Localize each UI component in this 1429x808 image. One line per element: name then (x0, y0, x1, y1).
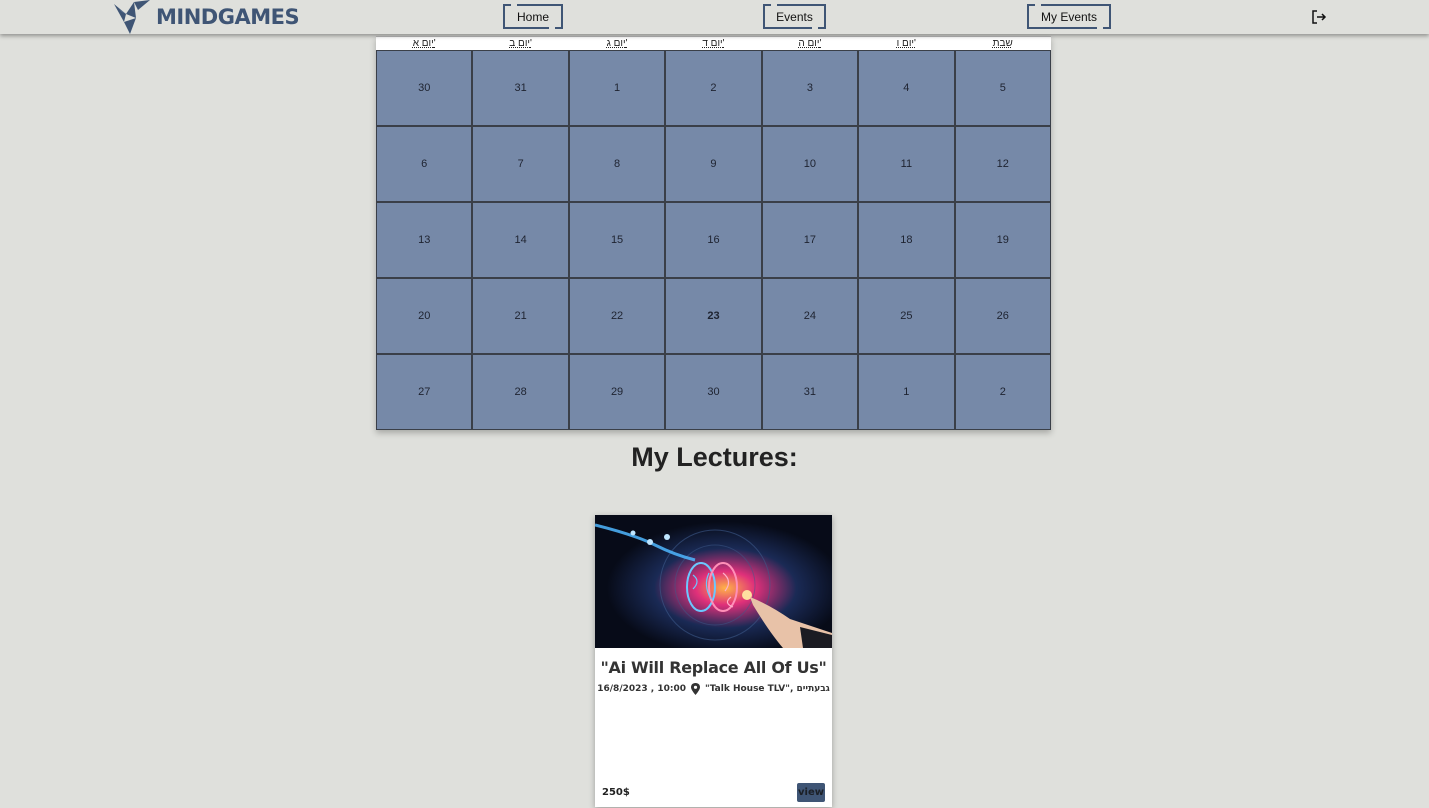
weekday-label: יום ו' (896, 38, 916, 49)
calendar-day[interactable]: 15 (568, 202, 666, 278)
calendar-weekday-row: יום א' יום ב' יום ג' יום ד' יום ה' יום ו… (376, 36, 1051, 50)
calendar-day[interactable]: 31 (472, 50, 569, 126)
calendar-day[interactable]: 22 (568, 278, 666, 354)
calendar-day[interactable]: 1 (858, 354, 955, 430)
origami-bird-icon (114, 0, 150, 34)
logo-text: MINDGAMES (156, 5, 300, 29)
calendar-day[interactable]: 10 (761, 126, 859, 202)
calendar-day[interactable]: 18 (858, 202, 955, 278)
calendar-day[interactable]: 7 (472, 126, 569, 202)
my-lectures-title: My Lectures: (631, 442, 798, 472)
calendar-day[interactable]: 30 (376, 50, 473, 126)
ai-brain-illustration (595, 515, 832, 648)
calendar-grid: 30 31 1 2 3 4 5 6 7 8 9 10 11 12 13 14 1… (376, 50, 1051, 430)
logout-icon[interactable] (1310, 8, 1328, 26)
lecture-price: 250$ (602, 787, 630, 798)
calendar-day[interactable]: 12 (954, 126, 1051, 202)
weekday-label: יום ג' (606, 38, 628, 49)
nav-home-button[interactable]: Home (503, 4, 563, 29)
lecture-datetime: 16/8/2023 , 10:00 (597, 684, 686, 694)
weekday-label: שבת (992, 38, 1013, 49)
calendar-day[interactable]: 11 (858, 126, 955, 202)
weekday-label: יום ה' (798, 38, 822, 49)
calendar-day[interactable]: 3 (761, 50, 859, 126)
map-pin-icon (691, 683, 700, 695)
weekday-label: יום א' (412, 38, 436, 49)
lecture-title: "Ai Will Replace All Of Us" (600, 658, 827, 677)
calendar-day[interactable]: 21 (472, 278, 569, 354)
nav-my-events-button[interactable]: My Events (1027, 4, 1111, 29)
calendar-day-today[interactable]: 23 (665, 278, 762, 354)
weekday-label: יום ב' (509, 38, 532, 49)
navbar: MINDGAMES Home Events My Events (0, 0, 1429, 34)
calendar-day[interactable]: 31 (761, 354, 859, 430)
calendar-day[interactable]: 16 (665, 202, 762, 278)
calendar-day[interactable]: 1 (568, 50, 666, 126)
calendar-day[interactable]: 27 (376, 354, 473, 430)
calendar: יום א' יום ב' יום ג' יום ד' יום ה' יום ו… (376, 36, 1051, 430)
lecture-card[interactable]: "Ai Will Replace All Of Us" 16/8/2023 , … (595, 515, 832, 807)
calendar-day[interactable]: 2 (665, 50, 762, 126)
calendar-day[interactable]: 19 (954, 202, 1051, 278)
calendar-day[interactable]: 24 (761, 278, 859, 354)
calendar-day[interactable]: 26 (954, 278, 1051, 354)
view-button[interactable]: view (797, 783, 825, 802)
calendar-day[interactable]: 4 (858, 50, 955, 126)
calendar-day[interactable]: 13 (376, 202, 473, 278)
weekday-label: יום ד' (702, 38, 725, 49)
calendar-day[interactable]: 29 (568, 354, 666, 430)
calendar-day[interactable]: 25 (858, 278, 955, 354)
calendar-day[interactable]: 17 (761, 202, 859, 278)
nav-events-button[interactable]: Events (763, 4, 826, 29)
calendar-day[interactable]: 14 (472, 202, 569, 278)
calendar-day[interactable]: 2 (954, 354, 1051, 430)
calendar-day[interactable]: 8 (568, 126, 666, 202)
calendar-day[interactable]: 30 (665, 354, 762, 430)
calendar-day[interactable]: 20 (376, 278, 473, 354)
calendar-day[interactable]: 28 (472, 354, 569, 430)
calendar-day[interactable]: 6 (376, 126, 473, 202)
calendar-day[interactable]: 5 (954, 50, 1051, 126)
lecture-meta: 16/8/2023 , 10:00 "Talk House TLV", גבעת… (595, 683, 832, 695)
logo[interactable]: MINDGAMES (114, 0, 300, 34)
calendar-day[interactable]: 9 (665, 126, 762, 202)
lecture-location: "Talk House TLV", גבעתיים (705, 684, 830, 694)
